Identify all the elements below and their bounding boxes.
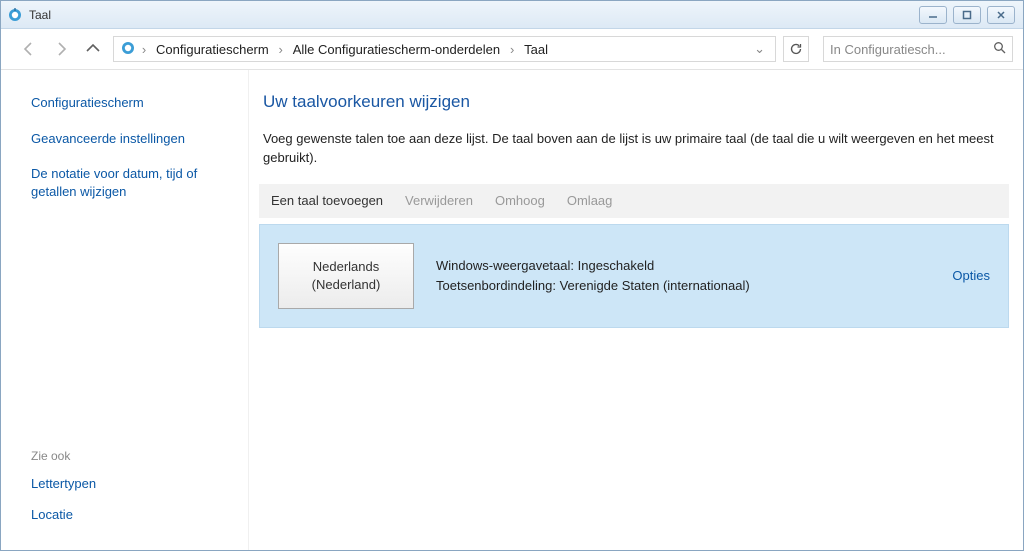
window-controls	[919, 6, 1015, 24]
sidebar-link-advanced[interactable]: Geavanceerde instellingen	[31, 130, 232, 148]
see-also-fonts[interactable]: Lettertypen	[31, 475, 232, 493]
display-language-line: Windows-weergavetaal: Ingeschakeld	[436, 256, 930, 276]
language-row[interactable]: Nederlands (Nederland) Windows-weergavet…	[259, 224, 1009, 328]
sidebar: Configuratiescherm Geavanceerde instelli…	[1, 70, 249, 550]
language-options-link[interactable]: Opties	[952, 268, 990, 283]
body: Configuratiescherm Geavanceerde instelli…	[1, 70, 1023, 550]
search-icon	[993, 41, 1006, 57]
breadcrumb-item[interactable]: Configuratiescherm	[152, 42, 273, 57]
chevron-down-icon[interactable]: ⌄	[750, 41, 769, 57]
page-heading: Uw taalvoorkeuren wijzigen	[263, 92, 1005, 112]
sidebar-link-home[interactable]: Configuratiescherm	[31, 94, 232, 112]
language-region: (Nederland)	[312, 276, 381, 294]
breadcrumb-item[interactable]: Alle Configuratiescherm-onderdelen	[289, 42, 504, 57]
forward-button[interactable]	[49, 37, 73, 61]
language-tile[interactable]: Nederlands (Nederland)	[278, 243, 414, 309]
chevron-right-icon: ›	[508, 42, 516, 57]
see-also-heading: Zie ook	[31, 449, 232, 463]
see-also: Zie ook Lettertypen Locatie	[31, 449, 232, 538]
language-name: Nederlands	[313, 258, 380, 276]
breadcrumb-item[interactable]: Taal	[520, 42, 552, 57]
window-title: Taal	[29, 8, 919, 22]
back-button[interactable]	[17, 37, 41, 61]
titlebar: Taal	[1, 1, 1023, 29]
toolbar-move-up: Omhoog	[495, 193, 545, 208]
search-placeholder: In Configuratiesch...	[830, 42, 993, 57]
breadcrumb[interactable]: › Configuratiescherm › Alle Configuratie…	[113, 36, 776, 62]
refresh-button[interactable]	[783, 36, 809, 62]
see-also-location[interactable]: Locatie	[31, 506, 232, 524]
toolbar-move-down: Omlaag	[567, 193, 613, 208]
chevron-right-icon: ›	[277, 42, 285, 57]
page-description: Voeg gewenste talen toe aan deze lijst. …	[263, 130, 1005, 168]
chevron-right-icon: ›	[140, 42, 148, 57]
control-panel-window: Taal › Configuratiescherm › Alle Configu…	[0, 0, 1024, 551]
toolbar-remove: Verwijderen	[405, 193, 473, 208]
language-info: Windows-weergavetaal: Ingeschakeld Toets…	[436, 256, 930, 295]
minimize-button[interactable]	[919, 6, 947, 24]
navbar: › Configuratiescherm › Alle Configuratie…	[1, 29, 1023, 69]
breadcrumb-icon	[120, 40, 136, 59]
toolbar-add-language[interactable]: Een taal toevoegen	[271, 193, 383, 208]
maximize-button[interactable]	[953, 6, 981, 24]
sidebar-link-formats[interactable]: De notatie voor datum, tijd of getallen …	[31, 165, 232, 200]
keyboard-layout-line: Toetsenbordindeling: Verenigde Staten (i…	[436, 276, 930, 296]
close-button[interactable]	[987, 6, 1015, 24]
search-input[interactable]: In Configuratiesch...	[823, 36, 1013, 62]
main: Uw taalvoorkeuren wijzigen Voeg gewenste…	[249, 70, 1023, 550]
app-icon	[5, 5, 25, 25]
up-button[interactable]	[81, 37, 105, 61]
language-toolbar: Een taal toevoegen Verwijderen Omhoog Om…	[259, 184, 1009, 218]
